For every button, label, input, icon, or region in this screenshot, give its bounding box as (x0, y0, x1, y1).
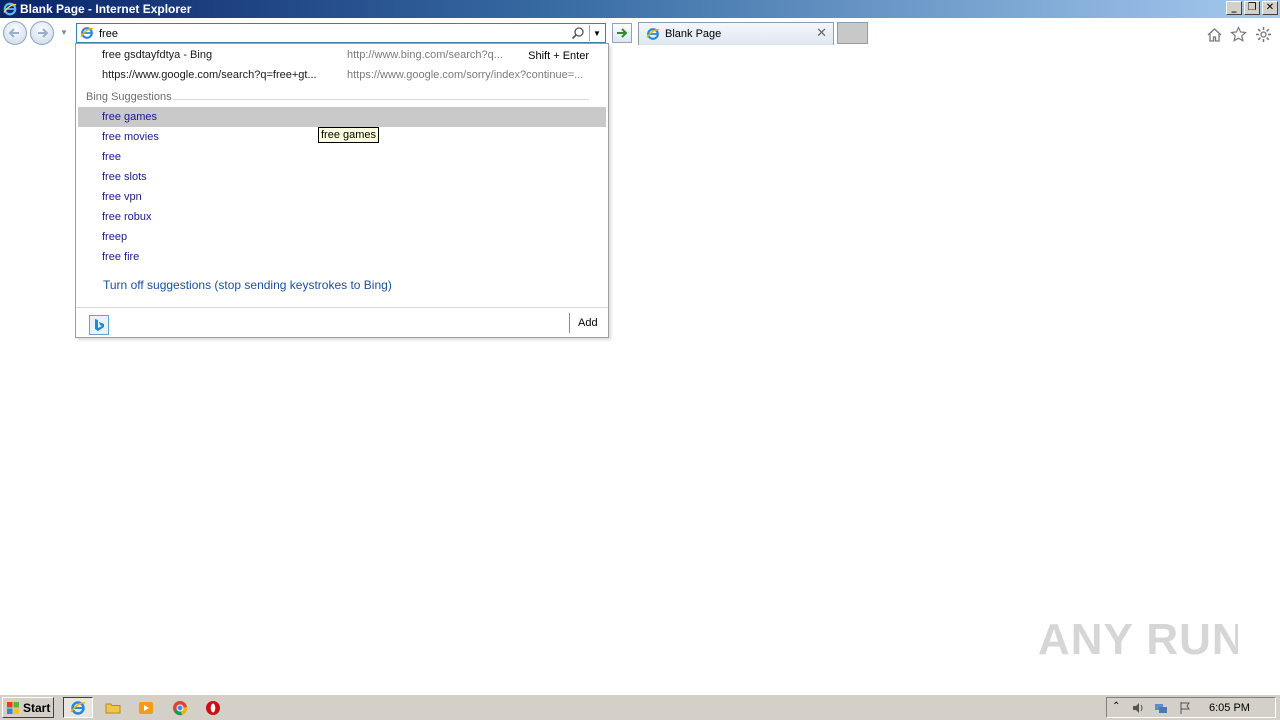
add-provider-button[interactable]: Add (578, 317, 598, 329)
history-item-title: free gsdtayfdtya - Bing (102, 49, 213, 61)
history-item[interactable]: https://www.google.com/search?q=free+gt.… (77, 66, 607, 85)
suggestion-label: free (102, 151, 121, 163)
minimize-button[interactable]: _ (1226, 1, 1242, 15)
footer-divider (569, 313, 570, 333)
new-tab-button[interactable] (837, 22, 868, 44)
favorites-star-icon[interactable] (1230, 26, 1247, 43)
ie-logo-icon (3, 2, 17, 16)
bing-suggestions-header: Bing Suggestions (86, 91, 172, 103)
history-item-url: http://www.bing.com/search?q... (347, 49, 503, 61)
suggestion-label: free robux (102, 211, 152, 223)
suggestion-label: free vpn (102, 191, 142, 203)
anyrun-watermark: ANY RUN (1038, 608, 1238, 668)
suggestion-tooltip: free games (318, 127, 380, 143)
go-button[interactable] (612, 23, 632, 43)
taskbar-chrome[interactable] (165, 697, 195, 718)
taskbar-explorer[interactable] (98, 697, 128, 718)
svg-text:ANY RUN: ANY RUN (1038, 615, 1238, 664)
taskbar-clock[interactable]: 6:05 PM (1209, 702, 1250, 714)
tab-close-icon[interactable]: ✕ (816, 26, 827, 41)
tab-label: Blank Page (665, 28, 722, 40)
suggestion-item[interactable]: free vpn (78, 187, 606, 207)
chrome-icon (173, 700, 188, 715)
window-titlebar[interactable]: Blank Page - Internet Explorer _ ❐ ✕ (0, 0, 1280, 18)
suggestion-label: free movies (102, 131, 159, 143)
window-title: Blank Page - Internet Explorer (20, 2, 192, 16)
bing-logo-icon[interactable] (89, 315, 109, 335)
action-center-flag-icon[interactable] (1178, 701, 1192, 715)
history-item-url: https://www.google.com/sorry/index?conti… (347, 69, 584, 81)
address-bar[interactable]: ▼ (76, 23, 606, 43)
recent-pages-dropdown-icon[interactable]: ▼ (60, 28, 68, 37)
tab-blank-page[interactable]: Blank Page ✕ (638, 22, 834, 45)
address-suggestions-dropdown: free gsdtayfdtya - Bing http://www.bing.… (75, 43, 609, 338)
home-icon[interactable] (1206, 26, 1223, 43)
system-tray: ⌃ 6:05 PM (1106, 697, 1276, 718)
taskbar-ie[interactable] (63, 697, 93, 718)
search-icon[interactable] (571, 26, 585, 40)
taskbar-media-player[interactable] (131, 697, 161, 718)
window-controls: _ ❐ ✕ (1226, 1, 1278, 15)
restore-button[interactable]: ❐ (1244, 1, 1260, 15)
suggestion-item[interactable]: free fire (78, 247, 606, 267)
forward-arrow-icon (38, 28, 49, 38)
ie-taskbar-icon (70, 700, 86, 715)
suggestion-label: free fire (102, 251, 140, 263)
suggestion-item[interactable]: free (78, 147, 606, 167)
opera-icon (206, 700, 220, 715)
windows-logo-icon (7, 701, 19, 714)
suggestion-item[interactable]: free slots (78, 167, 606, 187)
start-button[interactable]: Start (2, 697, 54, 718)
search-providers-footer: Add (76, 307, 608, 337)
suggestion-label: free games (102, 111, 158, 123)
taskbar-opera[interactable] (198, 697, 228, 718)
turn-off-suggestions-link[interactable]: Turn off suggestions (stop sending keyst… (103, 278, 392, 292)
folder-icon (105, 703, 121, 713)
suggestion-item[interactable]: free robux (78, 207, 606, 227)
history-item-title: https://www.google.com/search?q=free+gt.… (102, 69, 317, 81)
history-item[interactable]: free gsdtayfdtya - Bing http://www.bing.… (77, 46, 607, 65)
tab-ie-icon (646, 28, 660, 40)
back-arrow-icon (8, 28, 19, 38)
start-label: Start (23, 700, 51, 715)
suggestion-item[interactable]: free games (78, 107, 606, 127)
suggestion-label: free slots (102, 171, 147, 183)
tray-expand-icon[interactable]: ⌃ (1112, 701, 1126, 715)
suggestion-item[interactable]: freep (78, 227, 606, 247)
volume-icon[interactable] (1131, 701, 1145, 715)
close-window-button[interactable]: ✕ (1262, 1, 1278, 15)
media-player-icon (139, 701, 153, 714)
anyrun-logo-icon: ANY RUN (1038, 615, 1238, 664)
go-arrow-icon (617, 28, 628, 38)
suggestion-label: freep (102, 231, 128, 243)
desktop-screen: Blank Page - Internet Explorer _ ❐ ✕ ▼ f… (0, 0, 1280, 720)
history-item-shortcut: Shift + Enter (528, 50, 589, 62)
address-dropdown-chevron-icon[interactable]: ▼ (589, 25, 604, 41)
back-button[interactable] (3, 21, 27, 45)
network-icon[interactable] (1154, 701, 1168, 715)
forward-button[interactable] (30, 21, 54, 45)
group-divider (173, 99, 589, 100)
taskbar: Start ⌃ 6:05 PM (0, 694, 1280, 720)
address-input[interactable] (99, 26, 569, 41)
gear-icon[interactable] (1255, 26, 1272, 43)
page-ie-icon (80, 27, 94, 39)
